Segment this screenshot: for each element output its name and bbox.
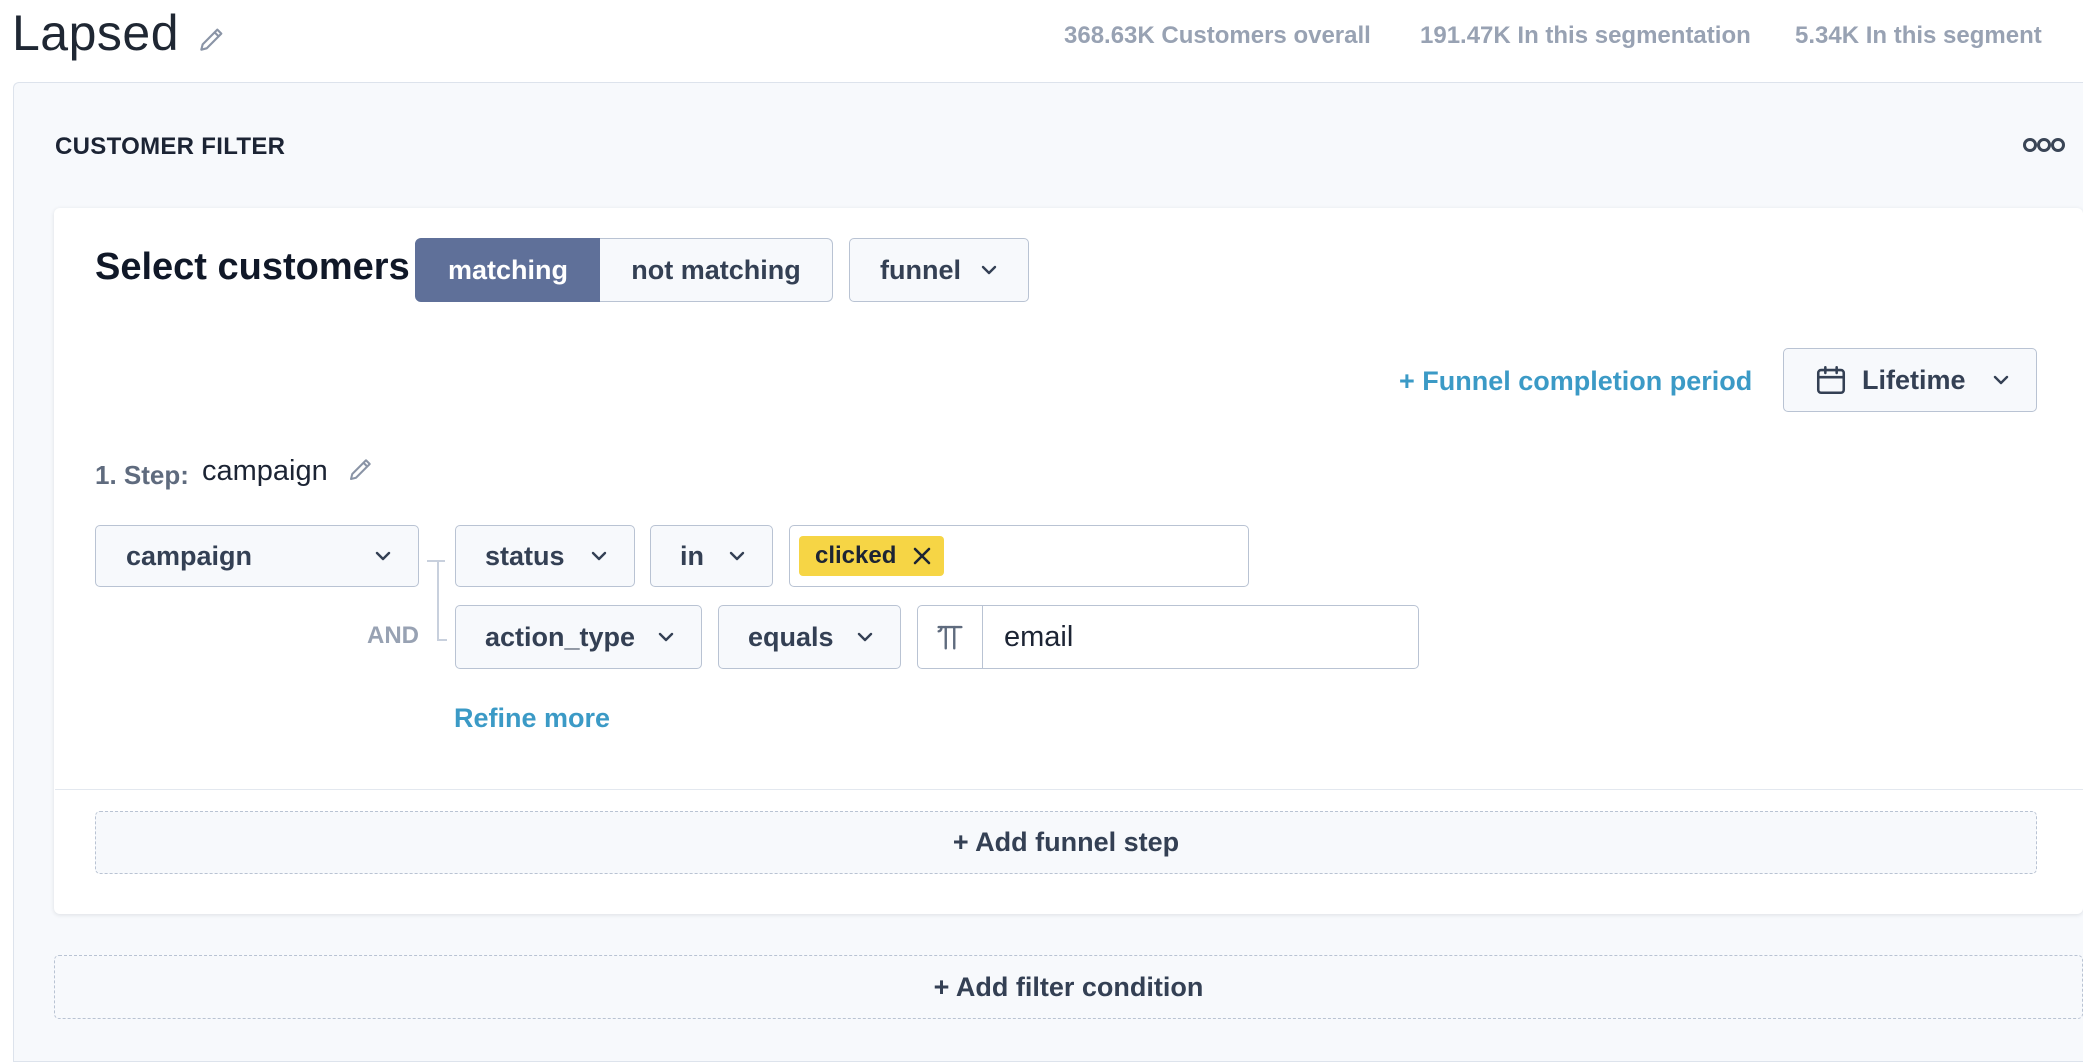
operator-select-value: in [680, 540, 704, 571]
condition-connector [437, 560, 439, 641]
add-funnel-step-button[interactable]: + Add funnel step [95, 811, 2037, 874]
period-select[interactable]: Lifetime [1783, 348, 2037, 412]
operator-select-value: equals [748, 621, 834, 652]
not-matching-toggle-option[interactable]: not matching [600, 238, 833, 302]
customer-filter-heading: CUSTOMER FILTER [55, 133, 286, 160]
value-input[interactable] [984, 607, 1416, 667]
condition-connector [437, 639, 447, 641]
chevron-down-icon [981, 265, 997, 275]
value-type-toggle[interactable] [917, 605, 983, 669]
value-tag: clicked [799, 536, 945, 576]
chevron-down-icon [1993, 375, 2009, 385]
refine-more-link[interactable]: Refine more [454, 703, 610, 734]
mode-select-value: funnel [880, 254, 961, 285]
operator-select-in[interactable]: in [650, 525, 773, 587]
property-select-value: action_type [485, 621, 636, 652]
step-number-label: 1. Step: [95, 460, 189, 490]
event-select[interactable]: campaign [95, 525, 419, 587]
pencil-icon[interactable] [196, 23, 228, 55]
chevron-down-icon [375, 551, 391, 561]
text-type-icon [936, 625, 963, 650]
and-joiner-label: AND [367, 622, 419, 649]
chevron-down-icon [658, 632, 674, 642]
chevron-down-icon [729, 551, 745, 561]
event-select-value: campaign [126, 540, 253, 571]
period-select-value: Lifetime [1862, 364, 1966, 395]
card-divider [55, 789, 2083, 790]
matching-toggle-option[interactable]: matching [415, 238, 601, 302]
select-customers-label: Select customers [95, 246, 410, 288]
more-horizontal-icon[interactable] [2020, 132, 2068, 158]
stat-customers-overall: 368.63K Customers overall [1064, 22, 1371, 49]
page-title: Lapsed [12, 5, 180, 61]
pencil-icon[interactable] [346, 454, 376, 484]
property-select-value: status [485, 540, 565, 571]
value-tag-label: clicked [815, 542, 897, 569]
operator-select-equals[interactable]: equals [718, 605, 901, 669]
calendar-icon [1816, 365, 1846, 395]
stat-in-segment: 5.34K In this segment [1795, 22, 2042, 49]
funnel-completion-period-link[interactable]: + Funnel completion period [1399, 366, 1752, 397]
condition-connector [427, 560, 445, 562]
close-icon[interactable] [910, 544, 934, 568]
chevron-down-icon [591, 551, 607, 561]
step-name: campaign [202, 455, 328, 487]
chevron-down-icon [857, 632, 873, 642]
add-filter-condition-button[interactable]: + Add filter condition [54, 955, 2083, 1019]
stat-in-segmentation: 191.47K In this segmentation [1420, 22, 1751, 49]
property-select-action-type[interactable]: action_type [455, 605, 702, 669]
mode-select[interactable]: funnel [849, 238, 1029, 302]
property-select-status[interactable]: status [455, 525, 635, 587]
